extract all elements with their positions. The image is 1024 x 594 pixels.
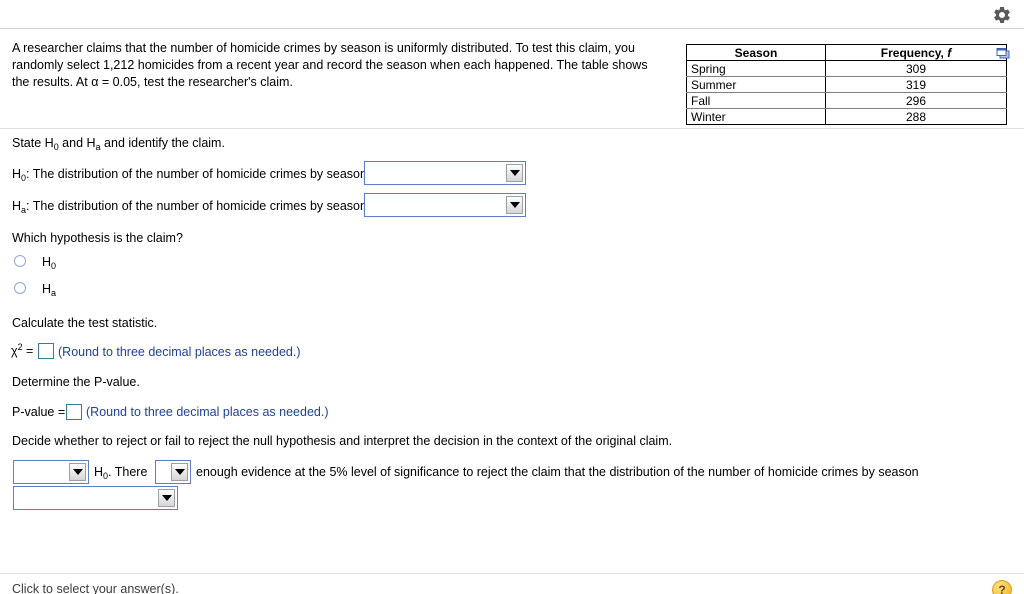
state-post: and identify the claim. xyxy=(100,136,225,150)
footer-instruction: Click to select your answer(s). xyxy=(12,582,179,594)
determine-pvalue-heading: Determine the P-value. xyxy=(12,375,140,389)
chi-square-input[interactable] xyxy=(38,343,54,359)
top-divider xyxy=(0,28,1024,29)
gear-icon[interactable] xyxy=(990,3,1014,27)
cell-season: Spring xyxy=(686,60,826,77)
table-row: Fall 296 xyxy=(686,92,1007,109)
content-divider xyxy=(0,128,1024,129)
decision-tail-text: enough evidence at the 5% level of signi… xyxy=(196,465,919,479)
state-sub-a: a xyxy=(95,142,101,152)
h0-dropdown[interactable] xyxy=(364,161,526,185)
pvalue-hint: (Round to three decimal places as needed… xyxy=(86,405,329,419)
chevron-down-icon[interactable] xyxy=(506,164,523,182)
cell-season: Summer xyxy=(686,76,826,93)
state-hypotheses-heading: State H0 and Ha and identify the claim. xyxy=(12,136,225,152)
decision-heading: Decide whether to reject or fail to reje… xyxy=(12,434,673,448)
radio-ha-label: Ha xyxy=(42,282,57,298)
conclusion-dropdown[interactable] xyxy=(13,486,178,510)
decision-h-post: . There xyxy=(108,465,148,479)
calculate-test-statistic-heading: Calculate the test statistic. xyxy=(12,316,158,330)
cell-frequency: 309 xyxy=(825,60,1007,77)
cell-frequency: 288 xyxy=(825,108,1007,125)
table-row: Summer 319 xyxy=(686,76,1007,93)
ha-statement-label: Ha: The distribution of the number of ho… xyxy=(12,199,367,215)
ha-sub: a xyxy=(21,205,27,215)
cell-season: Winter xyxy=(686,108,826,125)
radio-ha-sub: a xyxy=(51,288,57,298)
radio-ha[interactable] xyxy=(14,282,26,294)
h0-post: : The distribution of the number of homi… xyxy=(26,167,367,181)
frequency-table-container: Season Frequency, f Spring 309 Summer 31… xyxy=(686,44,1010,125)
decision-dropdown[interactable] xyxy=(13,460,89,484)
state-pre: State H xyxy=(12,136,54,150)
cell-frequency: 296 xyxy=(825,92,1007,109)
pvalue-label: P-value = xyxy=(12,405,66,419)
table-header-row: Season Frequency, f xyxy=(686,44,1007,61)
chevron-down-icon[interactable] xyxy=(69,463,86,481)
radio-h0-sub: 0 xyxy=(51,261,57,271)
ha-post: : The distribution of the number of homi… xyxy=(26,199,367,213)
decision-h-sub: 0 xyxy=(103,471,109,481)
chi-equals: = xyxy=(22,344,34,358)
radio-ha-pre: H xyxy=(42,282,52,296)
chi-symbol: χ xyxy=(11,344,18,358)
help-icon[interactable]: ? xyxy=(992,580,1012,594)
h0-statement-label: H0: The distribution of the number of ho… xyxy=(12,167,367,183)
h0-pre: H xyxy=(12,167,22,181)
chevron-down-icon[interactable] xyxy=(158,489,175,507)
state-sub-0: 0 xyxy=(53,142,59,152)
chi-square-hint: (Round to three decimal places as needed… xyxy=(58,345,301,359)
evidence-dropdown[interactable] xyxy=(155,460,191,484)
radio-h0-pre: H xyxy=(42,255,52,269)
radio-h0[interactable] xyxy=(14,255,26,267)
h0-sub: 0 xyxy=(21,173,27,183)
chevron-down-icon[interactable] xyxy=(171,463,188,481)
radio-h0-label: H0 xyxy=(42,255,57,271)
problem-statement: A researcher claims that the number of h… xyxy=(12,41,648,89)
frequency-table: Season Frequency, f Spring 309 Summer 31… xyxy=(686,44,1007,125)
ha-dropdown[interactable] xyxy=(364,193,526,217)
table-header-season: Season xyxy=(686,44,826,61)
chi-square-label: χ2 = xyxy=(11,342,34,358)
decision-mid-text: H0. There xyxy=(94,465,148,481)
footer-divider xyxy=(0,573,1024,574)
cell-season: Fall xyxy=(686,92,826,109)
table-row: Winter 288 xyxy=(686,108,1007,125)
frequency-header-text: Frequency, f xyxy=(880,45,952,60)
question-page: A researcher claims that the number of h… xyxy=(0,0,1024,594)
ha-pre: H xyxy=(12,199,22,213)
chi-exponent: 2 xyxy=(17,342,23,352)
which-hypothesis-heading: Which hypothesis is the claim? xyxy=(12,231,183,245)
top-toolbar xyxy=(0,0,1024,28)
chevron-down-icon[interactable] xyxy=(506,196,523,214)
decision-h-pre: H xyxy=(94,465,104,479)
cell-frequency: 319 xyxy=(825,76,1007,93)
state-mid: and H xyxy=(58,136,96,150)
copy-icon[interactable] xyxy=(996,47,1010,61)
pvalue-input[interactable] xyxy=(66,404,82,420)
table-row: Spring 309 xyxy=(686,60,1007,77)
table-header-frequency: Frequency, f xyxy=(825,44,1007,61)
